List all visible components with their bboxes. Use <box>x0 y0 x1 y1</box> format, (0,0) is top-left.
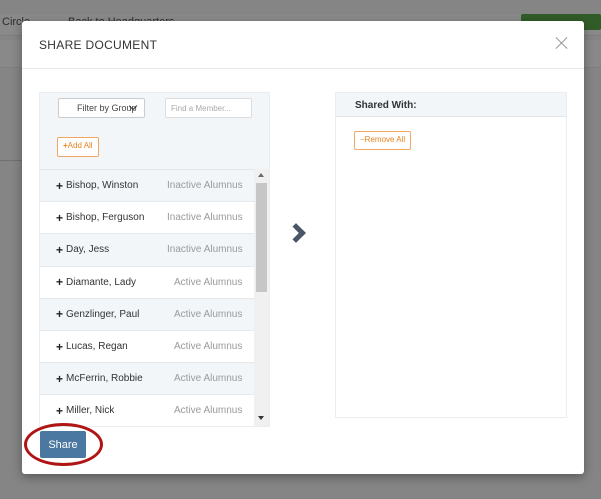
member-status: Active Alumnus <box>174 405 243 417</box>
member-list: + Bishop, Winston Inactive Alumnus + Bis… <box>40 169 255 426</box>
member-status: Active Alumnus <box>174 308 243 320</box>
scroll-up-arrow-icon[interactable] <box>258 173 264 177</box>
member-name: McFerrin, Robbie <box>66 373 143 385</box>
member-row[interactable]: + Bishop, Ferguson Inactive Alumnus <box>40 202 255 235</box>
member-status: Inactive Alumnus <box>167 180 243 192</box>
shared-with-header: Shared With: <box>336 93 566 117</box>
member-row[interactable]: + Bishop, Winston Inactive Alumnus <box>40 170 255 203</box>
add-all-label: Add All <box>67 141 93 150</box>
available-members-panel: Filter by Group +Add All + Bishop, Winst… <box>39 92 270 427</box>
member-name: Genzlinger, Paul <box>66 308 140 320</box>
member-row[interactable]: + Diamante, Lady Active Alumnus <box>40 266 255 299</box>
add-all-button[interactable]: +Add All <box>57 137 99 157</box>
add-member-plus-icon: + <box>56 210 64 225</box>
remove-all-label: Remove All <box>364 135 406 144</box>
add-member-plus-icon: + <box>56 339 64 354</box>
member-row[interactable]: + Day, Jess Inactive Alumnus <box>40 234 255 267</box>
modal-header: SHARE DOCUMENT <box>22 21 584 69</box>
member-name: Bishop, Ferguson <box>66 212 145 224</box>
member-row[interactable]: + Miller, Nick Active Alumnus <box>40 395 255 426</box>
add-member-plus-icon: + <box>56 275 64 290</box>
scroll-down-arrow-icon[interactable] <box>258 416 264 420</box>
member-status: Inactive Alumnus <box>167 244 243 256</box>
scrollbar-thumb[interactable] <box>256 183 267 292</box>
member-row[interactable]: + Lucas, Regan Active Alumnus <box>40 330 255 364</box>
member-search-input[interactable] <box>165 98 252 118</box>
add-member-plus-icon: + <box>56 371 64 386</box>
member-status: Active Alumnus <box>174 373 243 385</box>
member-name: Day, Jess <box>66 244 110 256</box>
highlight-annotation <box>24 423 103 466</box>
member-status: Active Alumnus <box>174 341 243 353</box>
members-toolbar: Filter by Group +Add All <box>40 93 269 169</box>
add-member-plus-icon: + <box>56 242 64 257</box>
add-member-plus-icon: + <box>56 178 64 193</box>
modal-title: SHARE DOCUMENT <box>39 38 158 52</box>
member-row[interactable]: + Genzlinger, Paul Active Alumnus <box>40 298 255 331</box>
share-document-modal: SHARE DOCUMENT Filter by Group +Add All … <box>22 21 584 474</box>
remove-all-button[interactable]: −Remove All <box>354 131 412 150</box>
member-list-scrollbar[interactable] <box>254 169 269 426</box>
member-row[interactable]: + McFerrin, Robbie Active Alumnus <box>40 363 255 396</box>
member-name: Miller, Nick <box>66 405 115 417</box>
member-status: Inactive Alumnus <box>167 212 243 224</box>
add-member-plus-icon: + <box>56 307 64 322</box>
chevron-right-icon <box>286 223 306 243</box>
member-name: Diamante, Lady <box>66 276 137 288</box>
member-name: Bishop, Winston <box>66 180 139 192</box>
add-member-plus-icon: + <box>56 403 64 418</box>
shared-with-panel: Shared With: −Remove All <box>335 92 567 418</box>
close-icon[interactable] <box>554 35 570 51</box>
member-name: Lucas, Regan <box>66 341 128 353</box>
member-status: Active Alumnus <box>174 276 243 288</box>
